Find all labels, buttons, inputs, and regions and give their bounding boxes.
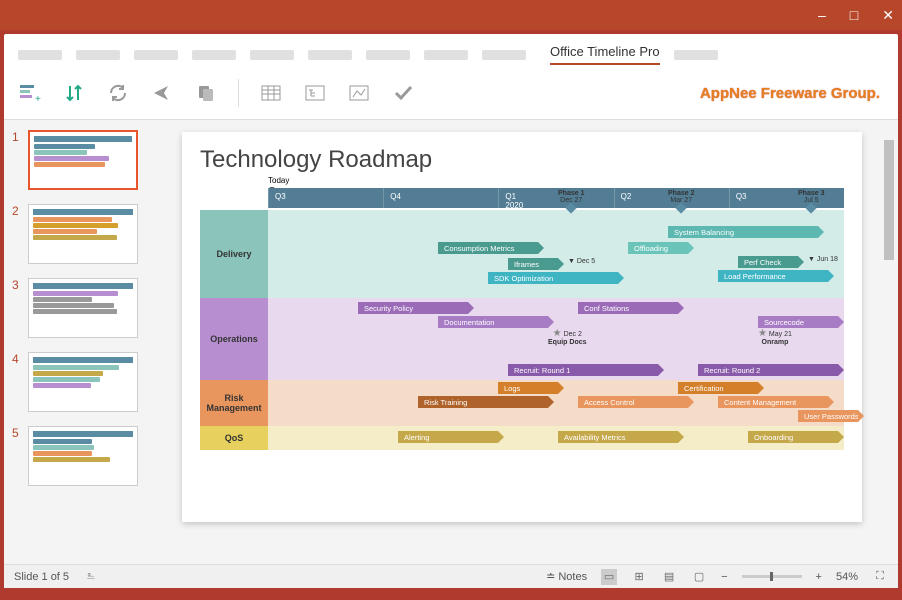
task-bar[interactable]: User Passwords	[798, 410, 858, 422]
brand-watermark: AppNee Freeware Group.	[700, 85, 880, 102]
swimlane-delivery: Delivery Phase 1Dec 27Phase 2Mar 27Phase…	[200, 210, 844, 298]
thumbnail-3[interactable]: 3	[12, 278, 144, 338]
table-icon[interactable]	[259, 81, 283, 105]
task-bar[interactable]: Recruit: Round 1	[508, 364, 658, 376]
task-bar[interactable]: Documentation	[438, 316, 548, 328]
tab-placeholder[interactable]	[18, 50, 62, 60]
task-bar[interactable]: Risk Training	[418, 396, 548, 408]
task-bar[interactable]: SDK Optimization	[488, 272, 618, 284]
task-bar[interactable]: Consumption Metrics	[438, 242, 538, 254]
accept-icon[interactable]	[391, 81, 415, 105]
task-bar[interactable]: Certification	[678, 382, 758, 394]
task-bar[interactable]: Onboarding	[748, 431, 838, 443]
milestone-mark: ★ May 21Onramp	[758, 328, 792, 346]
task-bar[interactable]: Conf Stations	[578, 302, 678, 314]
maximize-button[interactable]: □	[850, 7, 858, 23]
tab-placeholder[interactable]	[308, 50, 352, 60]
task-annotation: ▼ Jun 18	[808, 256, 838, 263]
hierarchy-icon[interactable]	[303, 81, 327, 105]
slide-canvas[interactable]: Technology Roadmap Today▼ Q3Q4Q12020Q2Q3…	[152, 120, 898, 564]
task-bar[interactable]: Content Management	[718, 396, 828, 408]
copy-icon[interactable]	[194, 81, 218, 105]
slide[interactable]: Technology Roadmap Today▼ Q3Q4Q12020Q2Q3…	[182, 132, 862, 522]
tab-office-timeline[interactable]: Office Timeline Pro	[550, 44, 660, 65]
task-bar[interactable]: System Balancing	[668, 226, 818, 238]
milestone: Phase 1Dec 27	[558, 190, 584, 214]
close-button[interactable]: ✕	[882, 7, 894, 24]
new-timeline-icon[interactable]: +	[18, 81, 42, 105]
task-bar[interactable]: Sourcecode	[758, 316, 838, 328]
tab-placeholder[interactable]	[76, 50, 120, 60]
tab-placeholder[interactable]	[250, 50, 294, 60]
share-icon[interactable]	[150, 81, 174, 105]
fit-icon[interactable]: ⛶	[872, 569, 888, 585]
spellcheck-icon[interactable]: ⎁	[83, 569, 99, 585]
sorter-view-icon[interactable]: ⊞	[631, 569, 647, 585]
ribbon-tabs: Office Timeline Pro	[4, 34, 898, 71]
task-bar[interactable]: Access Control	[578, 396, 688, 408]
slide-counter: Slide 1 of 5	[14, 571, 69, 583]
thumbnail-1[interactable]: 1	[12, 130, 144, 190]
tab-placeholder[interactable]	[674, 50, 718, 60]
swimlane-qos: QoS AlertingAvailability MetricsOnboardi…	[200, 426, 844, 450]
sort-icon[interactable]	[62, 81, 86, 105]
status-bar: Slide 1 of 5 ⎁ ≐ Notes ▭ ⊞ ▤ ▢ − + 54% ⛶	[4, 564, 898, 588]
sync-icon[interactable]	[106, 81, 130, 105]
task-bar[interactable]: Alerting	[398, 431, 498, 443]
titlebar: – □ ✕	[0, 0, 902, 30]
minimize-button[interactable]: –	[818, 7, 826, 23]
style-icon[interactable]	[347, 81, 371, 105]
notes-toggle[interactable]: ≐ Notes	[546, 570, 587, 583]
task-bar[interactable]: Iframes	[508, 258, 558, 270]
zoom-level[interactable]: 54%	[836, 571, 858, 583]
toolbar-separator	[238, 79, 239, 107]
tab-placeholder[interactable]	[366, 50, 410, 60]
milestone: Phase 3Jul 5	[798, 190, 824, 214]
svg-text:+: +	[35, 94, 41, 103]
task-bar[interactable]: Logs	[498, 382, 558, 394]
task-bar[interactable]: Recruit: Round 2	[698, 364, 838, 376]
slide-thumbnails: 1 2 3 4 5	[4, 120, 152, 564]
thumbnail-5[interactable]: 5	[12, 426, 144, 486]
task-bar[interactable]: Offloading	[628, 242, 688, 254]
milestone-mark: ★ Dec 2Equip Docs	[548, 328, 587, 346]
tab-placeholder[interactable]	[192, 50, 236, 60]
task-bar[interactable]: Load Performance	[718, 270, 828, 282]
reading-view-icon[interactable]: ▤	[661, 569, 677, 585]
zoom-slider[interactable]	[742, 575, 802, 578]
vertical-scrollbar[interactable]	[882, 120, 896, 564]
tab-placeholder[interactable]	[424, 50, 468, 60]
slideshow-icon[interactable]: ▢	[691, 569, 707, 585]
time-axis: Q3Q4Q12020Q2Q3	[268, 188, 844, 208]
swimlane-risk: Risk Management LogsCertificationRisk Tr…	[200, 380, 844, 426]
ribbon-toolbar: + AppNee Freeware Group.	[4, 71, 898, 120]
zoom-in[interactable]: +	[816, 571, 822, 583]
task-annotation: ▼ Dec 5	[568, 258, 595, 265]
swimlane-operations: Operations Security PolicyConf StationsD…	[200, 298, 844, 380]
slide-title: Technology Roadmap	[200, 146, 844, 174]
thumbnail-4[interactable]: 4	[12, 352, 144, 412]
thumbnail-2[interactable]: 2	[12, 204, 144, 264]
tab-placeholder[interactable]	[134, 50, 178, 60]
milestone: Phase 2Mar 27	[668, 190, 694, 214]
task-bar[interactable]: Security Policy	[358, 302, 468, 314]
zoom-out[interactable]: −	[721, 571, 727, 583]
tab-placeholder[interactable]	[482, 50, 526, 60]
task-bar[interactable]: Availability Metrics	[558, 431, 678, 443]
task-bar[interactable]: Perf Check	[738, 256, 798, 268]
normal-view-icon[interactable]: ▭	[601, 569, 617, 585]
